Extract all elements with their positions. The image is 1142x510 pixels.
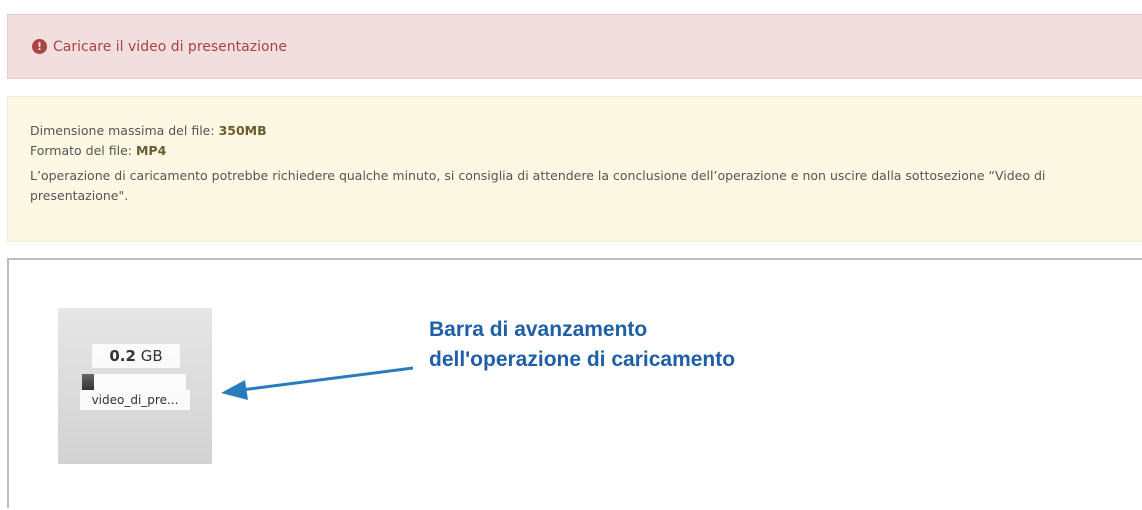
file-name: video_di_pre... — [80, 390, 190, 410]
file-preview[interactable]: 0.2 GB video_di_pre... — [58, 308, 212, 464]
format-line: Formato del file: MP4 — [30, 141, 1142, 161]
format-value: MP4 — [135, 143, 167, 158]
exclamation-circle-icon: ! — [32, 39, 47, 54]
upload-progress-fill — [82, 374, 95, 390]
upload-note: L’operazione di caricamento potrebbe ric… — [30, 168, 1046, 203]
error-alert-message: Caricare il video di presentazione — [53, 38, 288, 55]
format-label: Formato del file: — [30, 143, 132, 158]
max-size-label: Dimensione massima del file: — [30, 123, 215, 138]
upload-dropzone[interactable]: 0.2 GB video_di_pre... Barra di avanzame… — [7, 258, 1142, 508]
upload-progress-bar — [82, 374, 186, 390]
annotation-text: Barra di avanzamento dell'operazione di … — [429, 318, 736, 371]
max-size-value: 350MB — [218, 123, 267, 138]
file-size-unit: GB — [140, 347, 163, 365]
file-size-label: 0.2 GB — [92, 344, 180, 368]
error-alert: ! Caricare il video di presentazione — [7, 14, 1142, 79]
info-alert: Dimensione massima del file: 350MB Forma… — [7, 96, 1142, 242]
file-size-value: 0.2 — [109, 347, 136, 365]
max-size-line: Dimensione massima del file: 350MB — [30, 121, 1142, 141]
